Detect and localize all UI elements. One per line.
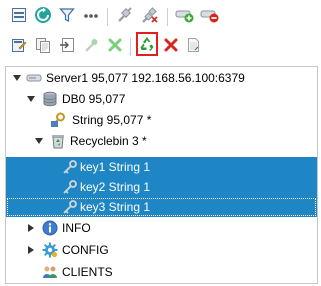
- recycle-icon: [140, 37, 154, 51]
- refresh-icon: [35, 7, 51, 23]
- add-key-button[interactable]: [80, 34, 102, 56]
- key-icon: [63, 200, 77, 214]
- copy-button[interactable]: [32, 34, 54, 56]
- tree-node-server[interactable]: Server1 95,077 192.168.56.100:6379: [6, 68, 317, 88]
- database-icon: [43, 91, 57, 107]
- connect-button[interactable]: [114, 4, 136, 26]
- more-icon: [84, 14, 98, 18]
- info-icon: [42, 220, 58, 236]
- tree-node-label: Server1 95,077 192.168.56.100:6379: [46, 71, 245, 85]
- tree-node-label: key3 String 1: [80, 200, 151, 214]
- clear-icon: [164, 38, 178, 52]
- tree-node-key[interactable]: key1 String 1: [6, 157, 317, 177]
- tree-node-label: Recyclebin 3 *: [70, 134, 147, 148]
- tree-node-label: INFO: [62, 221, 91, 235]
- key-icon: [63, 160, 77, 174]
- expand-right-arrow-icon[interactable]: [26, 245, 36, 255]
- edit-button[interactable]: [8, 34, 30, 56]
- tree-node-key[interactable]: key3 String 1: [6, 197, 317, 217]
- server-icon: [26, 74, 42, 82]
- tree-node-label: String 95,077 *: [72, 113, 152, 127]
- connect-icon: [118, 7, 132, 22]
- disconnect-icon: [142, 7, 158, 23]
- collapse-icon: [12, 8, 26, 22]
- tree-node-label: key2 String 1: [80, 180, 151, 194]
- rename-button[interactable]: [56, 34, 78, 56]
- server-tree[interactable]: Server1 95,077 192.168.56.100:6379 DB0 9…: [5, 66, 318, 284]
- tree-node-info[interactable]: INFO: [6, 218, 317, 238]
- remove-server-icon: [200, 10, 219, 23]
- copy-icon: [36, 38, 50, 53]
- tree-node-key[interactable]: key2 String 1: [6, 177, 317, 197]
- expand-down-arrow-icon[interactable]: [26, 94, 36, 104]
- rename-icon: [60, 38, 74, 52]
- collapse-all-button[interactable]: [8, 4, 30, 26]
- recyclebin-icon: [52, 135, 64, 149]
- filter-button[interactable]: [56, 4, 78, 26]
- gear-icon: [42, 242, 58, 258]
- tree-node-config[interactable]: CONFIG: [6, 240, 317, 260]
- delete-button[interactable]: [104, 34, 126, 56]
- tree-node-label: CLIENTS: [62, 265, 113, 279]
- add-key-icon: [85, 39, 98, 52]
- more-button[interactable]: [80, 4, 102, 26]
- tree-node-label: DB0 95,077: [62, 92, 126, 106]
- edit-icon: [12, 39, 27, 52]
- add-server-button[interactable]: [174, 4, 196, 26]
- delete-icon: [108, 38, 122, 52]
- recycle-button[interactable]: [136, 32, 158, 56]
- tree-node-recyclebin[interactable]: Recyclebin 3 *: [6, 131, 317, 151]
- tree-node-database[interactable]: DB0 95,077: [6, 89, 317, 109]
- disconnect-button[interactable]: [139, 4, 161, 26]
- expand-down-arrow-icon[interactable]: [12, 73, 22, 83]
- expand-right-arrow-icon[interactable]: [26, 223, 36, 233]
- key-icon: [63, 180, 77, 194]
- add-server-icon: [175, 10, 194, 23]
- toolbar-separator: [167, 8, 168, 26]
- expand-down-arrow-icon[interactable]: [34, 136, 44, 146]
- tree-node-label: CONFIG: [62, 243, 109, 257]
- key-icon: [51, 112, 65, 127]
- clients-icon: [43, 266, 57, 278]
- filter-icon: [59, 8, 75, 22]
- tree-node-string-group[interactable]: String 95,077 *: [6, 110, 317, 130]
- document-icon: [188, 38, 199, 52]
- tree-node-label: key1 String 1: [80, 160, 151, 174]
- toolbar-bottom: [0, 32, 321, 64]
- refresh-button[interactable]: [32, 4, 54, 26]
- toolbar-top: [0, 4, 321, 34]
- tree-node-clients[interactable]: CLIENTS: [6, 262, 317, 282]
- clear-button[interactable]: [160, 34, 182, 56]
- toolbar-separator: [130, 38, 131, 56]
- document-button[interactable]: [182, 34, 204, 56]
- toolbar-separator: [107, 8, 108, 26]
- remove-server-button[interactable]: [199, 4, 221, 26]
